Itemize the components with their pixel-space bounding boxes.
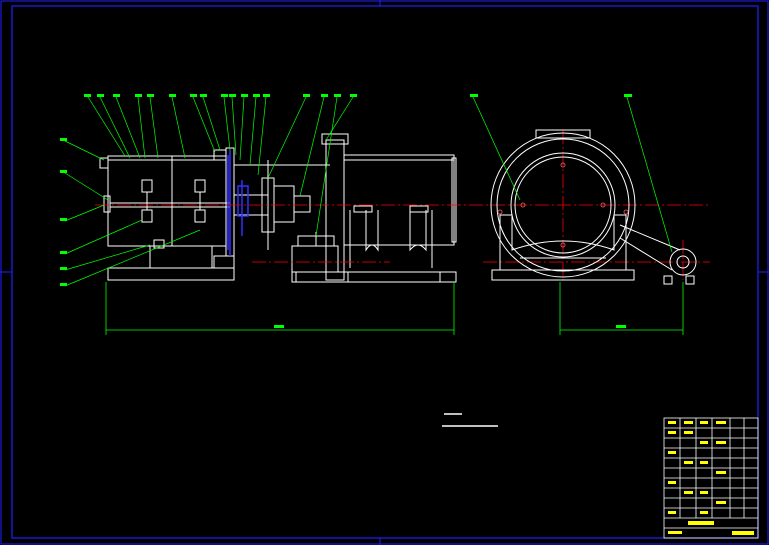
technical-notes [442, 413, 498, 427]
overall-length-dim-text [274, 325, 284, 328]
gearbox-base [107, 267, 235, 281]
motor-frame [325, 139, 345, 281]
gear-left [141, 179, 153, 193]
title-block [663, 417, 759, 539]
balloon-labels [60, 94, 632, 286]
motor-foot-left [349, 210, 379, 268]
cad-drawing-canvas [0, 0, 769, 545]
offset-dim-text [616, 325, 626, 328]
motor-body [343, 154, 455, 246]
dimension-lines [105, 282, 684, 335]
flange-blue-parts [227, 150, 249, 256]
motor-foot-right [409, 210, 433, 268]
center-lines [95, 130, 710, 280]
motor-base [291, 271, 457, 283]
gearbox-housing [107, 155, 227, 247]
gear-right [194, 179, 206, 193]
